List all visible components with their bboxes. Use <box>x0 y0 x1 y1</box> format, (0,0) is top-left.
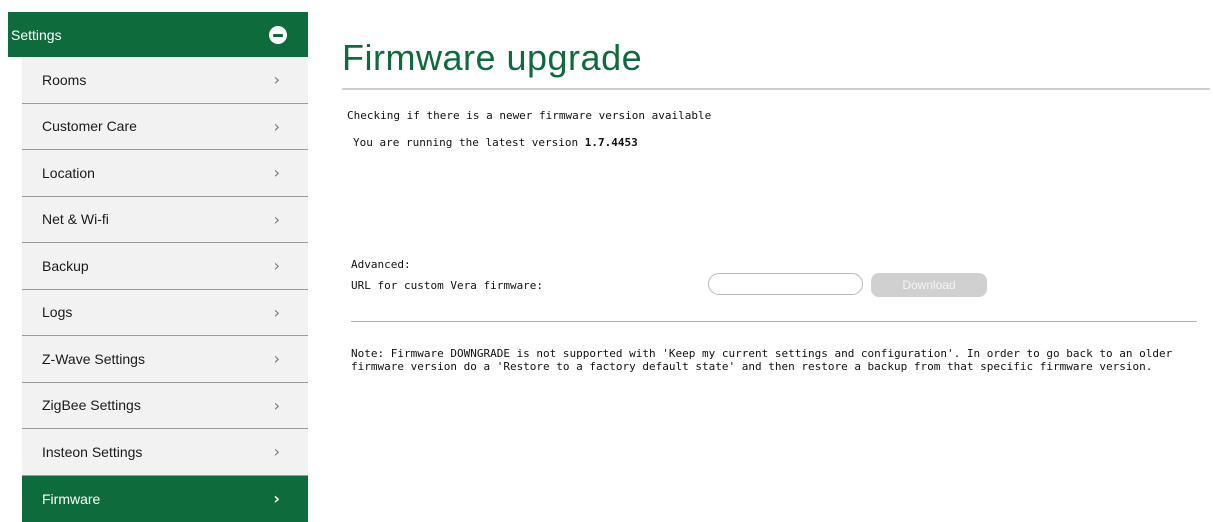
chevron-right-icon: › <box>274 256 280 275</box>
sidebar-item-label: Z-Wave Settings <box>42 351 145 367</box>
chevron-right-icon: › <box>274 70 280 89</box>
custom-firmware-url-label: URL for custom Vera firmware: <box>351 279 543 292</box>
update-check-status: Checking if there is a newer firmware ve… <box>347 109 711 122</box>
page-title: Firmware upgrade <box>342 36 1213 88</box>
chevron-right-icon: › <box>274 349 280 368</box>
chevron-right-icon: › <box>273 489 280 508</box>
main-content: Firmware upgrade Checking if there is a … <box>342 0 1213 90</box>
chevron-right-icon: › <box>274 442 280 461</box>
sidebar-item-label: Location <box>42 165 95 181</box>
chevron-right-icon: › <box>274 163 280 182</box>
sidebar-item-label: Net & Wi-fi <box>42 211 109 227</box>
version-prefix: You are running the latest version <box>353 136 585 149</box>
sidebar-item-zigbee-settings[interactable]: ZigBee Settings › <box>22 383 308 430</box>
sidebar-item-label: Insteon Settings <box>42 444 142 460</box>
sidebar-item-logs[interactable]: Logs › <box>22 290 308 337</box>
sidebar-item-customer-care[interactable]: Customer Care › <box>22 104 308 151</box>
sidebar-item-location[interactable]: Location › <box>22 150 308 197</box>
title-divider <box>342 88 1210 90</box>
download-button[interactable]: Download <box>871 273 987 297</box>
sidebar-item-rooms[interactable]: Rooms › <box>22 57 308 104</box>
sidebar-item-insteon-settings[interactable]: Insteon Settings › <box>22 429 308 476</box>
settings-nav: Rooms › Customer Care › Location › Net &… <box>8 57 308 522</box>
sidebar-item-zwave-settings[interactable]: Z-Wave Settings › <box>22 336 308 383</box>
chevron-right-icon: › <box>274 117 280 136</box>
sidebar-item-label: Rooms <box>42 72 86 88</box>
advanced-label: Advanced: <box>351 258 411 271</box>
downgrade-note: Note: Firmware DOWNGRADE is not supporte… <box>351 347 1211 373</box>
chevron-right-icon: › <box>274 303 280 322</box>
minus-circle-icon[interactable] <box>269 26 287 44</box>
version-number: 1.7.4453 <box>585 136 638 149</box>
sidebar-item-backup[interactable]: Backup › <box>22 243 308 290</box>
sidebar-item-label: Backup <box>42 258 89 274</box>
sidebar-item-label: Logs <box>42 304 72 320</box>
sidebar-item-net-wifi[interactable]: Net & Wi-fi › <box>22 197 308 244</box>
section-divider <box>351 321 1197 322</box>
settings-header[interactable]: Settings <box>8 12 308 57</box>
sidebar-item-firmware[interactable]: Firmware › <box>22 476 308 522</box>
settings-header-label: Settings <box>11 27 62 43</box>
custom-firmware-url-input[interactable] <box>708 273 863 295</box>
current-version-text: You are running the latest version 1.7.4… <box>353 136 638 149</box>
sidebar-item-label: ZigBee Settings <box>42 397 141 413</box>
settings-sidebar: Settings Rooms › Customer Care › Locatio… <box>8 12 308 522</box>
chevron-right-icon: › <box>274 396 280 415</box>
chevron-right-icon: › <box>274 210 280 229</box>
sidebar-item-label: Customer Care <box>42 118 137 134</box>
sidebar-item-label: Firmware <box>42 491 100 507</box>
